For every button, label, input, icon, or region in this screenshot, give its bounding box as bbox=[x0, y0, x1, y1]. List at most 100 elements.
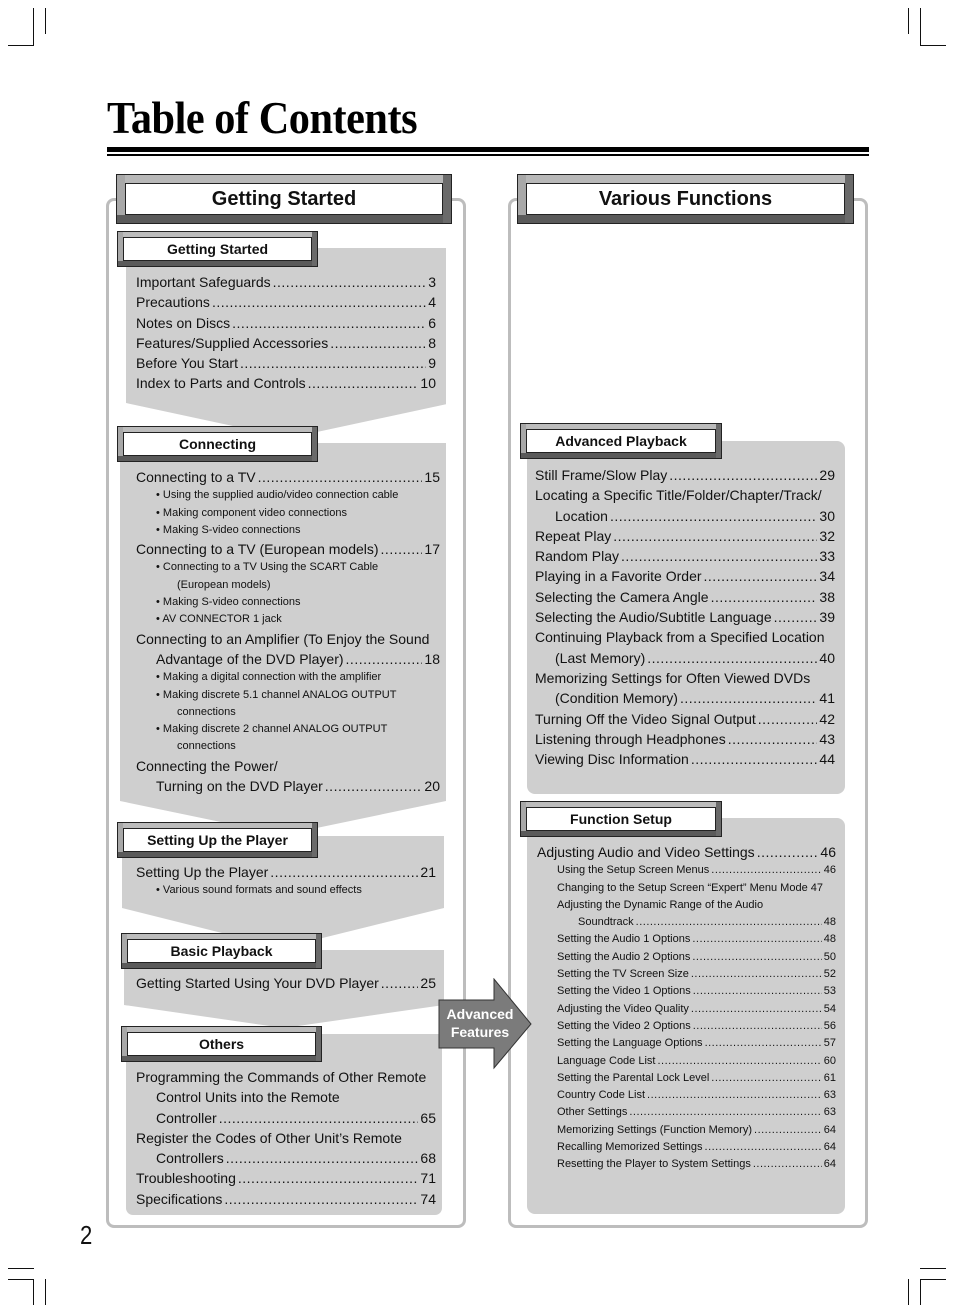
toc-entry[interactable]: Setting the Parental Lock Level 61 bbox=[557, 1070, 836, 1087]
toc-entry[interactable]: Getting Started Using Your DVD Player 25 bbox=[136, 973, 436, 993]
dot-leader bbox=[693, 983, 822, 1000]
toc-entry[interactable]: Listening through Headphones 43 bbox=[535, 729, 835, 749]
toc-entry-title: Connecting the Power/ bbox=[136, 757, 278, 774]
toc-entry[interactable]: Viewing Disc Information 44 bbox=[535, 749, 835, 769]
toc-entry-title: (Condition Memory) bbox=[555, 690, 678, 707]
section-title: Getting Started bbox=[123, 237, 312, 261]
toc-entry[interactable]: Setting the Language Options 57 bbox=[557, 1035, 836, 1052]
toc-entry[interactable]: Repeat Play 32 bbox=[535, 526, 835, 546]
toc-entry-title: Playing in a Favorite Order bbox=[535, 568, 702, 585]
toc-entry[interactable]: Index to Parts and Controls 10 bbox=[136, 373, 436, 393]
toc-entry-title: Setting the Language Options bbox=[557, 1037, 703, 1050]
toc-entry[interactable]: Setting the Audio 2 Options 50 bbox=[557, 949, 836, 966]
toc-entry[interactable]: Recalling Memorized Settings 64 bbox=[557, 1139, 836, 1156]
toc-entry[interactable]: Adjusting Audio and Video Settings 46 bbox=[537, 842, 836, 862]
dot-leader bbox=[657, 1053, 821, 1070]
toc-entry-title: Memorizing Settings (Function Memory) bbox=[557, 1123, 753, 1136]
toc-entry-title: Advantage of the DVD Player) bbox=[156, 650, 344, 667]
toc-entry-page: 52 bbox=[823, 968, 836, 981]
toc-entry[interactable]: Country Code List 63 bbox=[557, 1087, 836, 1104]
toc-subitem-continued: (European models) bbox=[177, 578, 271, 591]
toc-entry-line1[interactable]: Continuing Playback from a Specified Loc… bbox=[535, 627, 835, 647]
toc-subitem: • Various sound formats and sound effect… bbox=[156, 884, 362, 897]
dot-leader bbox=[238, 1168, 419, 1188]
toc-entry-line1[interactable]: Connecting the Power/ bbox=[136, 756, 440, 776]
toc-entry[interactable]: Location 30 bbox=[535, 506, 835, 526]
toc-entry-title: Setting Up the Player bbox=[136, 864, 269, 880]
toc-entry[interactable]: Setting the TV Screen Size 52 bbox=[557, 966, 836, 983]
toc-entry-title: Random Play bbox=[535, 548, 620, 565]
toc-entry[interactable]: Random Play 33 bbox=[535, 546, 835, 566]
title-rule-thin bbox=[107, 154, 869, 156]
dot-leader bbox=[381, 973, 419, 993]
toc-entry-line2[interactable]: Control Units into the Remote bbox=[136, 1087, 436, 1107]
toc-entry[interactable]: Before You Start 9 bbox=[136, 353, 436, 373]
toc-subitem: • AV CONNECTOR 1 jack bbox=[156, 613, 282, 626]
toc-entry[interactable]: Important Safeguards 3 bbox=[136, 272, 436, 292]
toc-entry-page: 4 bbox=[428, 294, 436, 311]
toc-entry-title: Using the Setup Screen Menus bbox=[557, 864, 710, 877]
toc-list-others: Programming the Commands of Other Remote… bbox=[136, 1067, 436, 1209]
toc-entry[interactable]: Using the Setup Screen Menus 46 bbox=[557, 862, 836, 879]
toc-entry[interactable]: Resetting the Player to System Settings 6… bbox=[557, 1156, 836, 1173]
dot-leader bbox=[757, 842, 819, 862]
toc-entry[interactable]: Connecting to a TV 15 bbox=[136, 467, 440, 487]
toc-entry[interactable]: Controllers 68 bbox=[136, 1148, 436, 1168]
toc-entry-line1[interactable]: Adjusting the Dynamic Range of the Audio bbox=[557, 897, 836, 914]
toc-entry[interactable]: Precautions 4 bbox=[136, 292, 436, 312]
toc-entry-line1[interactable]: Programming the Commands of Other Remote bbox=[136, 1067, 436, 1087]
toc-entry-page: 20 bbox=[424, 778, 440, 795]
dot-leader bbox=[691, 749, 818, 769]
toc-entry-line1[interactable]: Locating a Specific Title/Folder/Chapter… bbox=[535, 485, 835, 505]
toc-entry-page: 63 bbox=[823, 1089, 836, 1102]
toc-entry[interactable]: Turning Off the Video Signal Output 42 bbox=[535, 709, 835, 729]
section-header-setting-up: Setting Up the Player bbox=[117, 822, 318, 858]
toc-entry[interactable]: (Condition Memory) 41 bbox=[535, 688, 835, 708]
right-column-header-label: Various Functions bbox=[526, 183, 845, 215]
toc-entry-page: 40 bbox=[819, 649, 835, 666]
toc-entry[interactable]: Setting the Video 1 Options 53 bbox=[557, 983, 836, 1000]
toc-entry[interactable]: Notes on Discs 6 bbox=[136, 313, 436, 333]
toc-entry[interactable]: Changing to the Setup Screen “Expert” Me… bbox=[557, 880, 836, 897]
crop-mark bbox=[920, 8, 921, 46]
toc-entry[interactable]: Language Code List 60 bbox=[557, 1053, 836, 1070]
toc-entry-page: 61 bbox=[823, 1071, 836, 1084]
toc-entry[interactable]: Other Settings 63 bbox=[557, 1104, 836, 1121]
toc-entry[interactable]: Setting the Audio 1 Options 48 bbox=[557, 931, 836, 948]
toc-entry-page: 57 bbox=[823, 1037, 836, 1050]
crop-mark bbox=[920, 1279, 946, 1280]
toc-entry[interactable]: Soundtrack 48 bbox=[557, 914, 836, 931]
toc-entry-page: 50 bbox=[823, 950, 836, 963]
toc-entry-title: Adjusting Audio and Video Settings bbox=[537, 844, 755, 860]
toc-entry[interactable]: Features/Supplied Accessories 8 bbox=[136, 333, 436, 353]
dot-leader bbox=[691, 966, 822, 983]
toc-entry-page: 56 bbox=[823, 1019, 836, 1032]
toc-entry-line1[interactable]: Memorizing Settings for Often Viewed DVD… bbox=[535, 668, 835, 688]
toc-entry[interactable]: Selecting the Audio/Subtitle Language 39 bbox=[535, 607, 835, 627]
toc-entry-title: Setting the Audio 2 Options bbox=[557, 950, 691, 963]
toc-entry-title: Recalling Memorized Settings bbox=[557, 1141, 703, 1154]
toc-entry[interactable]: (Last Memory) 40 bbox=[535, 648, 835, 668]
toc-entry[interactable]: Adjusting the Video Quality 54 bbox=[557, 1001, 836, 1018]
toc-entry[interactable]: Playing in a Favorite Order 34 bbox=[535, 566, 835, 586]
toc-entry-title: Adjusting the Dynamic Range of the Audio bbox=[557, 898, 764, 911]
toc-entry[interactable]: Connecting to a TV (European models) 17 bbox=[136, 539, 440, 559]
toc-entry[interactable]: Selecting the Camera Angle 38 bbox=[535, 587, 835, 607]
toc-entry[interactable]: Advantage of the DVD Player) 18 bbox=[136, 649, 440, 669]
toc-entry[interactable]: Specifications 74 bbox=[136, 1189, 436, 1209]
toc-entry-line1[interactable]: Connecting to an Amplifier (To Enjoy the… bbox=[136, 629, 440, 649]
toc-entry[interactable]: Turning on the DVD Player 20 bbox=[136, 776, 440, 796]
dot-leader bbox=[270, 862, 418, 882]
toc-entry[interactable]: Setting Up the Player 21 bbox=[136, 862, 436, 882]
toc-entry-page: 15 bbox=[424, 469, 440, 485]
toc-entry[interactable]: Troubleshooting 71 bbox=[136, 1168, 436, 1188]
toc-entry-line1[interactable]: Register the Codes of Other Unit’s Remot… bbox=[136, 1128, 436, 1148]
toc-entry[interactable]: Still Frame/Slow Play 29 bbox=[535, 465, 835, 485]
toc-entry-page: 18 bbox=[424, 650, 440, 667]
toc-entry-title: (Last Memory) bbox=[555, 649, 646, 666]
toc-entry[interactable]: Setting the Video 2 Options 56 bbox=[557, 1018, 836, 1035]
dot-leader bbox=[705, 1139, 822, 1156]
toc-entry[interactable]: Controller 65 bbox=[136, 1108, 436, 1128]
toc-entry-page: 43 bbox=[819, 730, 835, 747]
toc-entry[interactable]: Memorizing Settings (Function Memory) 64 bbox=[557, 1122, 836, 1139]
